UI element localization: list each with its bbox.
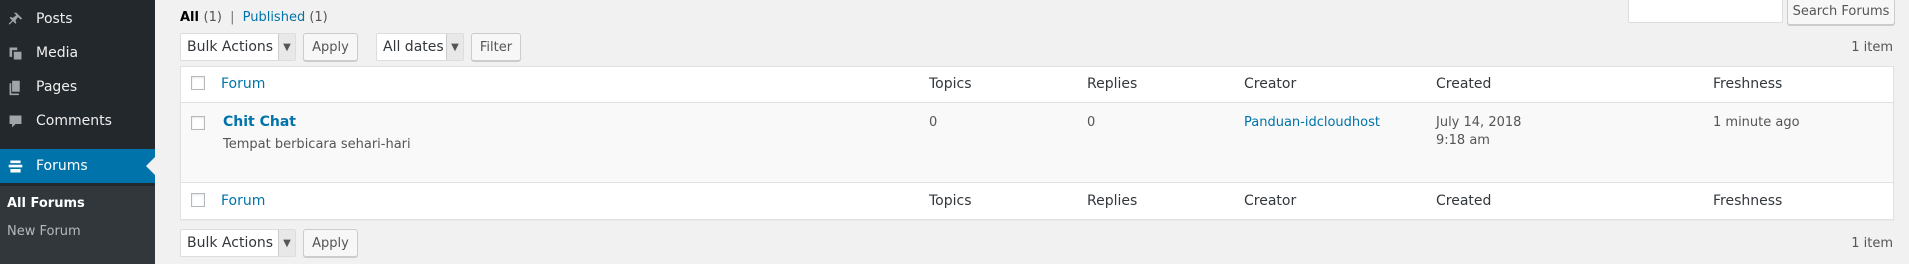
filter-published-link[interactable]: Published (1) <box>243 10 328 25</box>
status-filter-links: All (1) | Published (1) <box>180 10 328 25</box>
apply-button-bottom[interactable]: Apply <box>303 229 358 257</box>
column-topics: Topics <box>929 76 972 92</box>
filter-all-label: All <box>180 10 199 25</box>
created-time: 9:18 am <box>1436 133 1490 148</box>
forum-title-link[interactable]: Chit Chat <box>223 114 296 130</box>
column-freshness: Freshness <box>1713 76 1783 92</box>
items-count-top: 1 item <box>1851 40 1893 55</box>
select-all-checkbox-footer[interactable] <box>191 193 205 207</box>
column-created-footer: Created <box>1436 193 1492 209</box>
sidebar-item-media[interactable]: Media <box>0 36 155 70</box>
column-creator-footer: Creator <box>1244 193 1297 209</box>
chevron-down-icon: ▼ <box>278 34 295 60</box>
pushpin-icon <box>5 9 25 29</box>
sidebar-item-label: Pages <box>36 79 78 95</box>
media-icon <box>5 43 25 63</box>
sidebar-item-comments[interactable]: Comments <box>0 104 155 138</box>
freshness-value: 1 minute ago <box>1713 115 1800 130</box>
search-forums-button[interactable]: Search Forums <box>1787 0 1895 25</box>
dates-value: All dates <box>383 39 444 55</box>
comment-icon <box>5 111 25 131</box>
current-menu-arrow <box>146 157 155 175</box>
column-freshness-footer: Freshness <box>1713 193 1783 209</box>
filter-all-link[interactable]: All (1) <box>180 10 222 25</box>
filter-all-count: (1) <box>203 10 222 25</box>
forums-icon <box>5 156 25 176</box>
sidebar-item-label: Forums <box>36 158 88 174</box>
bulk-actions-select-top[interactable]: Bulk Actions ▼ <box>180 33 296 61</box>
filter-button[interactable]: Filter <box>471 33 521 61</box>
filter-published-count: (1) <box>309 10 328 25</box>
chevron-down-icon: ▼ <box>446 34 463 60</box>
topics-count: 0 <box>929 115 938 130</box>
submenu-all-forums[interactable]: All Forums <box>7 196 85 211</box>
column-creator: Creator <box>1244 76 1297 92</box>
sidebar-item-pages[interactable]: Pages <box>0 70 155 104</box>
bulk-actions-value: Bulk Actions <box>187 235 274 251</box>
replies-count: 0 <box>1087 115 1096 130</box>
chevron-down-icon: ▼ <box>278 230 295 256</box>
forum-description: Tempat berbicara sehari-hari <box>223 137 411 152</box>
items-count-bottom: 1 item <box>1851 236 1893 251</box>
column-replies-footer: Replies <box>1087 193 1138 209</box>
dates-select[interactable]: All dates ▼ <box>376 33 464 61</box>
column-forum-sort[interactable]: Forum <box>221 76 265 92</box>
apply-button-top[interactable]: Apply <box>303 33 358 61</box>
sidebar-item-forums[interactable]: Forums <box>0 149 155 183</box>
forums-submenu: All Forums New Forum <box>0 186 155 264</box>
submenu-new-forum[interactable]: New Forum <box>7 224 81 239</box>
sidebar-item-label: Comments <box>36 113 112 129</box>
forums-table: Forum Topics Replies Creator Created Fre… <box>180 66 1894 220</box>
filter-published-label: Published <box>242 10 306 25</box>
creator-link[interactable]: Panduan-idcloudhost <box>1244 115 1380 130</box>
sidebar-item-posts[interactable]: Posts <box>0 2 155 36</box>
column-topics-footer: Topics <box>929 193 972 209</box>
select-all-checkbox[interactable] <box>191 76 205 90</box>
row-checkbox[interactable] <box>191 116 205 130</box>
filter-separator: | <box>230 10 235 25</box>
column-forum-sort-footer[interactable]: Forum <box>221 193 265 209</box>
table-row: Chit Chat Tempat berbicara sehari-hari 0… <box>181 103 1893 182</box>
search-forums-input[interactable] <box>1628 0 1783 23</box>
admin-sidebar: Posts Media Pages Comments Forums All Fo… <box>0 0 155 264</box>
bulk-actions-select-bottom[interactable]: Bulk Actions ▼ <box>180 229 296 257</box>
sidebar-item-label: Media <box>36 45 79 61</box>
sidebar-item-label: Posts <box>36 11 73 27</box>
column-created: Created <box>1436 76 1492 92</box>
table-header: Forum Topics Replies Creator Created Fre… <box>181 67 1893 103</box>
column-replies: Replies <box>1087 76 1138 92</box>
pages-icon <box>5 77 25 97</box>
table-footer: Forum Topics Replies Creator Created Fre… <box>181 182 1893 220</box>
bulk-actions-value: Bulk Actions <box>187 39 274 55</box>
created-date: July 14, 2018 <box>1436 115 1522 130</box>
